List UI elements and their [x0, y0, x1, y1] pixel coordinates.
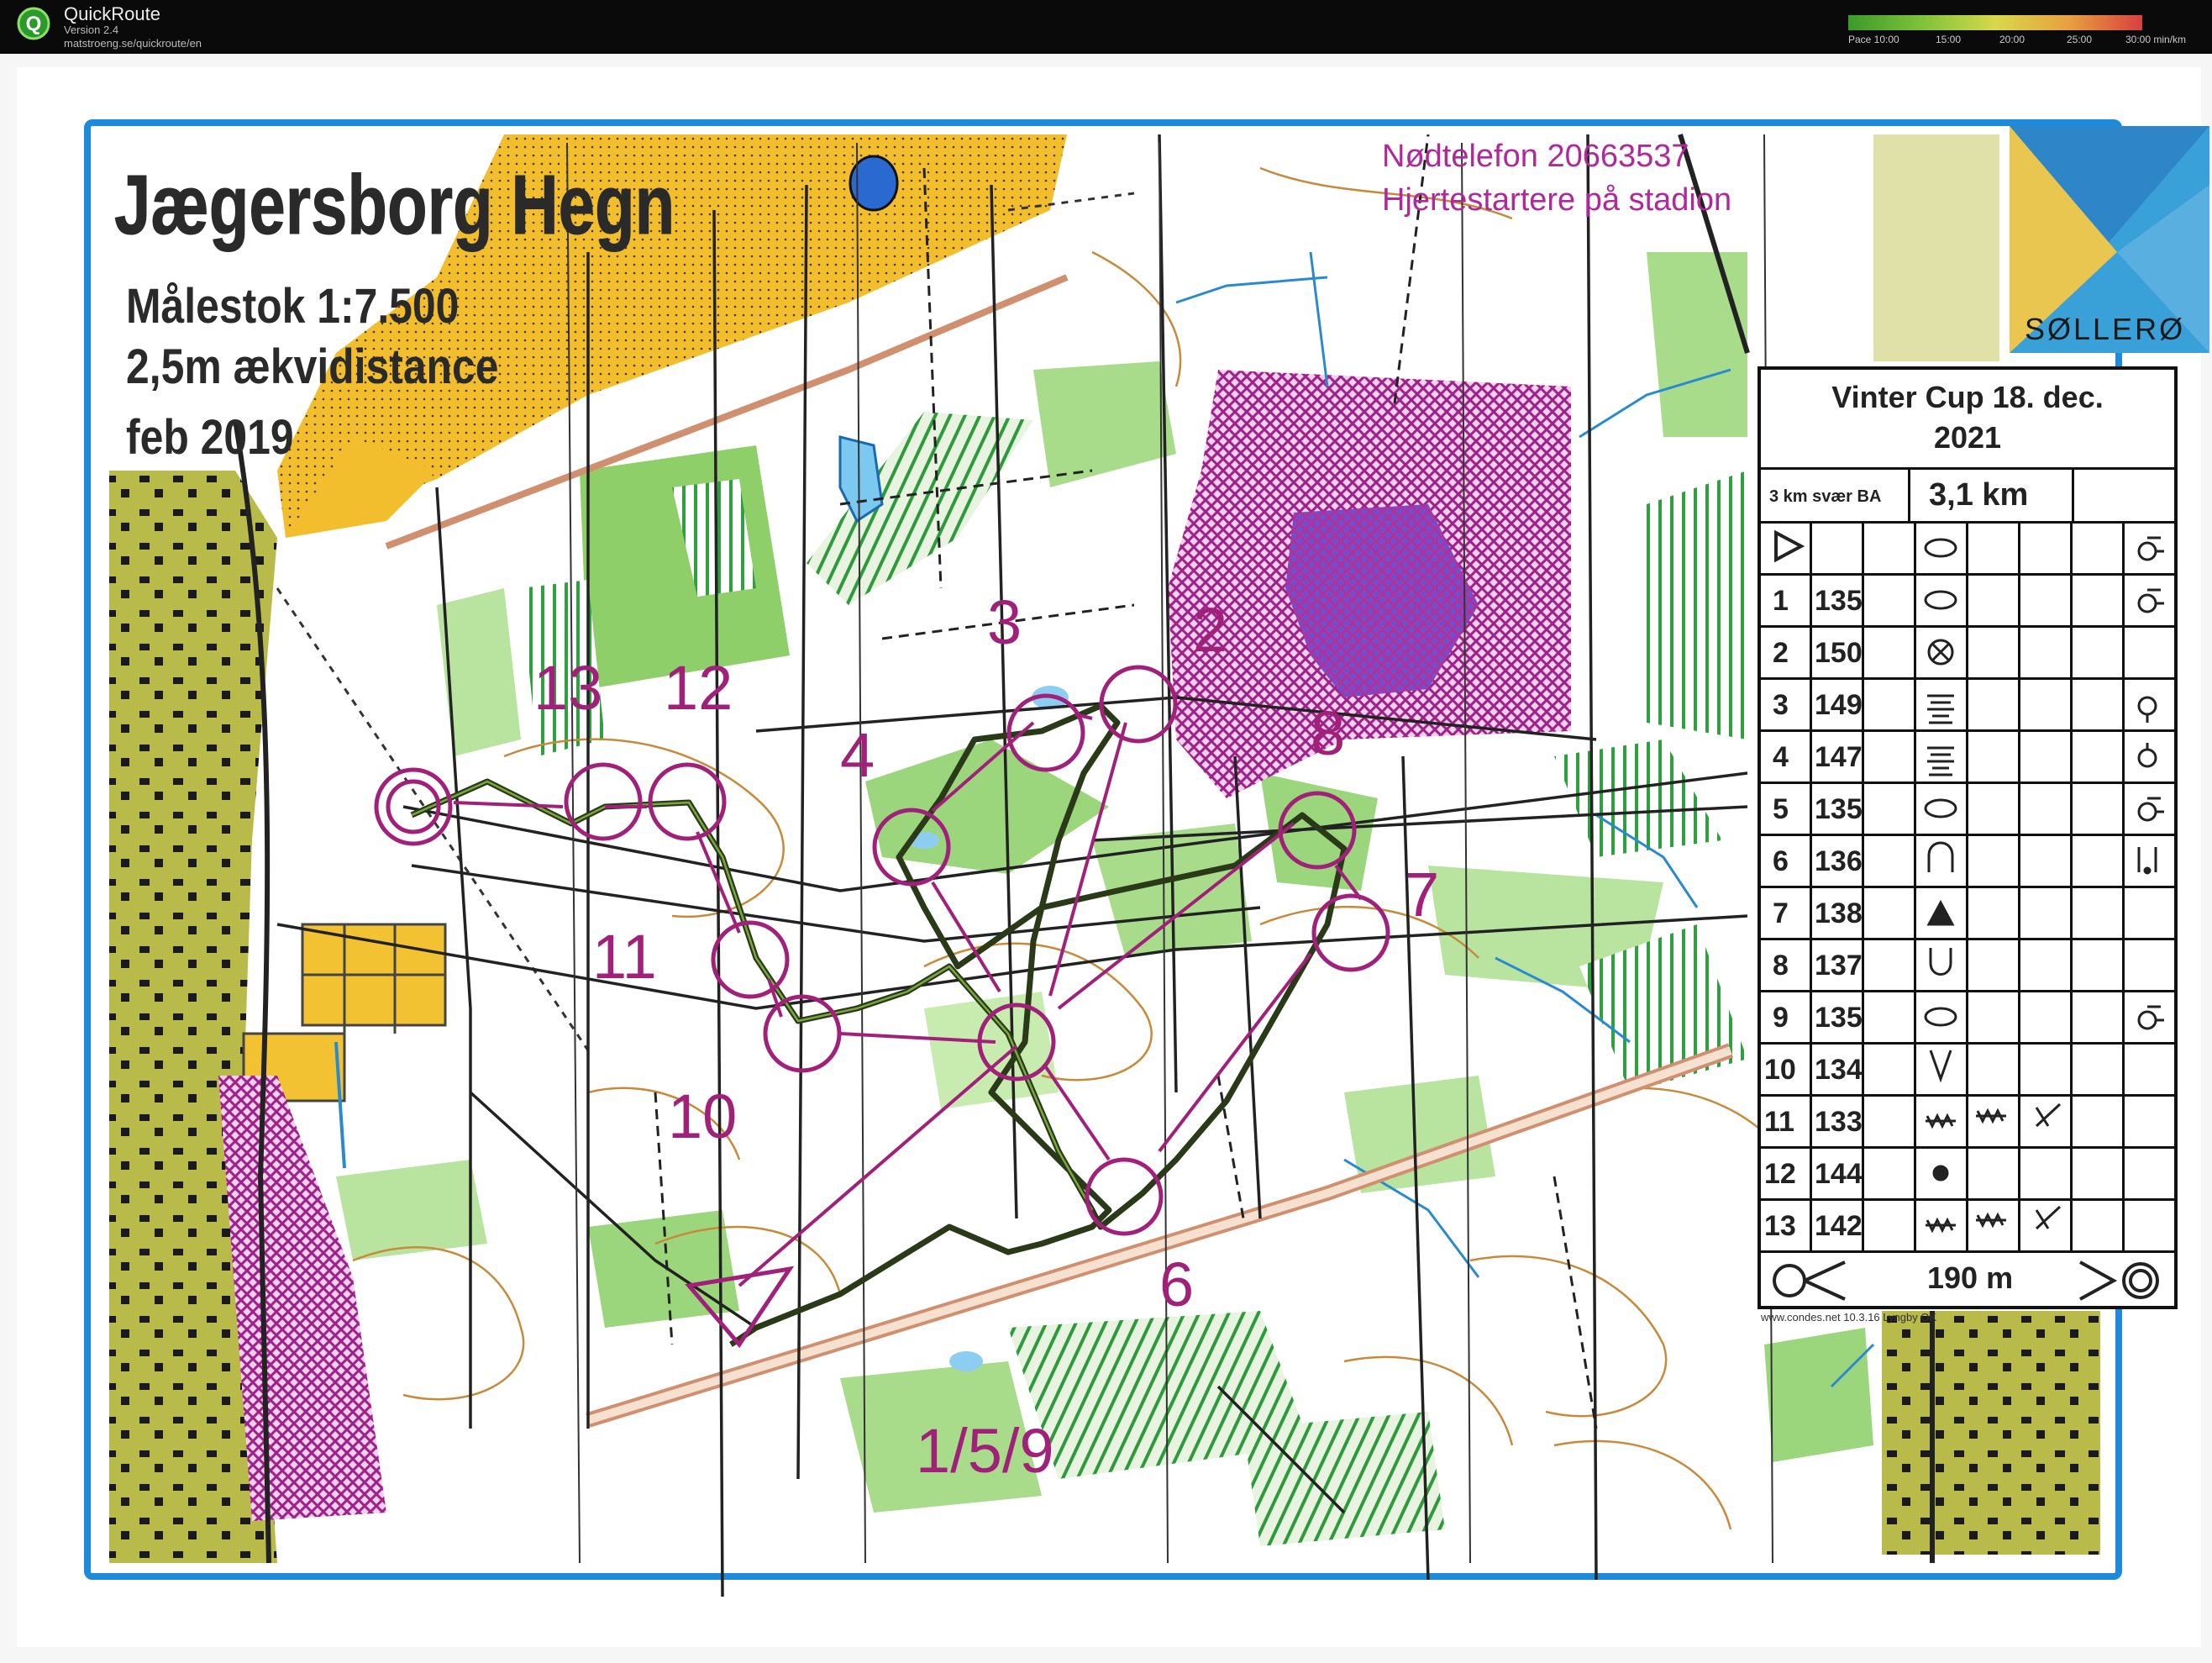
app-title: QuickRoute: [64, 3, 160, 24]
row-9-code: 135: [1815, 1002, 1863, 1034]
row-9-number: 9: [1773, 1002, 1789, 1034]
control-label-6: 6: [1159, 1250, 1194, 1319]
control-label-7: 7: [1405, 860, 1439, 929]
vegetation-boundary-icon: [1926, 1217, 1956, 1234]
control-label-4: 4: [840, 720, 875, 790]
control-description-sheet: Vinter Cup 18. dec. 2021 3 km svær BA 3,…: [1758, 366, 2178, 1309]
map-date: feb 2019: [126, 411, 294, 465]
row-2-code: 150: [1815, 637, 1863, 669]
row-12-code: 144: [1815, 1158, 1863, 1190]
row-3-code: 149: [1815, 689, 1863, 721]
svg-text:Q: Q: [26, 13, 42, 35]
pace-label-25: 25:00: [2067, 34, 2093, 45]
vegetation-boundary-icon: [1926, 1113, 1956, 1129]
row-13-code: 142: [1815, 1210, 1863, 1242]
map-title: Jægersborg Hegn: [114, 159, 675, 253]
urban-area-southeast: [1882, 1311, 2100, 1555]
row-2-number: 2: [1773, 637, 1789, 669]
east-side-icon: [2137, 797, 2164, 822]
control-label-12: 12: [664, 653, 733, 723]
pace-color-scale: [1848, 15, 2142, 30]
gully-icon: [1927, 841, 1954, 872]
course-length: 3,1 km: [1929, 477, 2029, 513]
row-8-number: 8: [1773, 950, 1789, 981]
event-title: Vinter Cup 18. dec.: [1831, 380, 2104, 414]
control-label-3: 3: [987, 587, 1022, 657]
row-7-code: 138: [1815, 897, 1863, 929]
control-label-13: 13: [533, 653, 602, 723]
row-5-number: 5: [1773, 793, 1789, 825]
start-triangle-icon: [1774, 529, 1805, 563]
row-8-code: 137: [1815, 950, 1863, 981]
app-url: matstroeng.se/quickroute/en: [64, 37, 202, 50]
between-icon: [2137, 847, 2157, 875]
finish-icon: [2079, 1260, 2159, 1301]
event-year: 2021: [1933, 420, 2002, 455]
edge-icon: [2137, 696, 2157, 723]
control-label-11: 11: [592, 922, 657, 992]
urban-area-northeast: [1873, 134, 1999, 361]
knoll-icon: [1924, 1007, 1957, 1027]
reentrant-v-icon: [1929, 1050, 1952, 1083]
finish-distance: 190 m: [1927, 1260, 2014, 1295]
row-1-number: 1: [1773, 585, 1789, 617]
row-3-number: 3: [1773, 689, 1789, 721]
marsh-icon: [1927, 746, 1954, 776]
east-side-icon: [2137, 1005, 2164, 1030]
description-footer: www.condes.net 10.3.16 Lyngby OK: [1761, 1311, 1937, 1324]
row-6-code: 136: [1815, 845, 1863, 877]
quickroute-q-icon: Q: [17, 7, 50, 40]
control-label-8: 8: [1311, 698, 1345, 768]
club-logo-text: SØLLERØ: [2025, 312, 2185, 346]
emergency-phone: Nødtelefon 20663537: [1382, 139, 1689, 174]
control-label-2: 2: [1193, 595, 1227, 665]
knoll-icon: [1924, 798, 1957, 818]
marsh-icon: [1927, 694, 1954, 724]
row-7-number: 7: [1773, 897, 1789, 929]
row-1-code: 135: [1815, 585, 1863, 617]
app-version: Version 2.4: [64, 24, 119, 36]
pace-label-15: 15:00: [1936, 34, 1962, 45]
row-12-number: 12: [1764, 1158, 1796, 1190]
east-side-icon: [2137, 588, 2164, 613]
pace-label-30: 30:00 min/km: [2125, 34, 2187, 45]
control-label-1-5-9: 1/5/9: [916, 1416, 1054, 1486]
row-11-code: 133: [1815, 1106, 1863, 1138]
control-label-10: 10: [668, 1081, 737, 1151]
row-10-code: 134: [1815, 1054, 1863, 1086]
position-symbols-column: [2137, 536, 2164, 1030]
defibrillator-note: Hjertestartere på stadion: [1382, 182, 1731, 218]
club-logo: SØLLERØ: [2010, 126, 2209, 353]
map-scale: Målestok 1:7.500: [126, 280, 459, 334]
row-11-number: 11: [1764, 1106, 1794, 1138]
course-name: 3 km svær BA: [1769, 487, 1882, 506]
boulder-dot-icon: [1932, 1165, 1949, 1181]
pace-label-20: 20:00: [1999, 34, 2025, 45]
extra-symbols: [1976, 1103, 2062, 1230]
east-side-icon: [2137, 536, 2164, 561]
row-4-number: 4: [1773, 741, 1789, 773]
map-contour-interval: 2,5m ækvidistance: [126, 340, 498, 394]
row-10-number: 10: [1764, 1054, 1796, 1086]
knoll-icon: [1924, 538, 1957, 558]
row-5-code: 135: [1815, 793, 1863, 825]
knoll-icon: [1924, 590, 1957, 610]
row-4-code: 147: [1815, 741, 1863, 773]
app-header: Q QuickRoute Version 2.4 matstroeng.se/q…: [0, 0, 2212, 54]
depression-x-icon: [1927, 639, 1954, 666]
boulder-triangle-icon: [1926, 899, 1955, 926]
finish-start-circle-icon: [1773, 1260, 1846, 1301]
row-6-number: 6: [1773, 845, 1789, 877]
edge-icon: [2137, 743, 2157, 768]
feature-symbols-column: [1924, 538, 1957, 1234]
pace-label-10: Pace 10:00: [1848, 34, 1899, 45]
row-13-number: 13: [1764, 1210, 1796, 1242]
depression-u-icon: [1929, 948, 1952, 976]
